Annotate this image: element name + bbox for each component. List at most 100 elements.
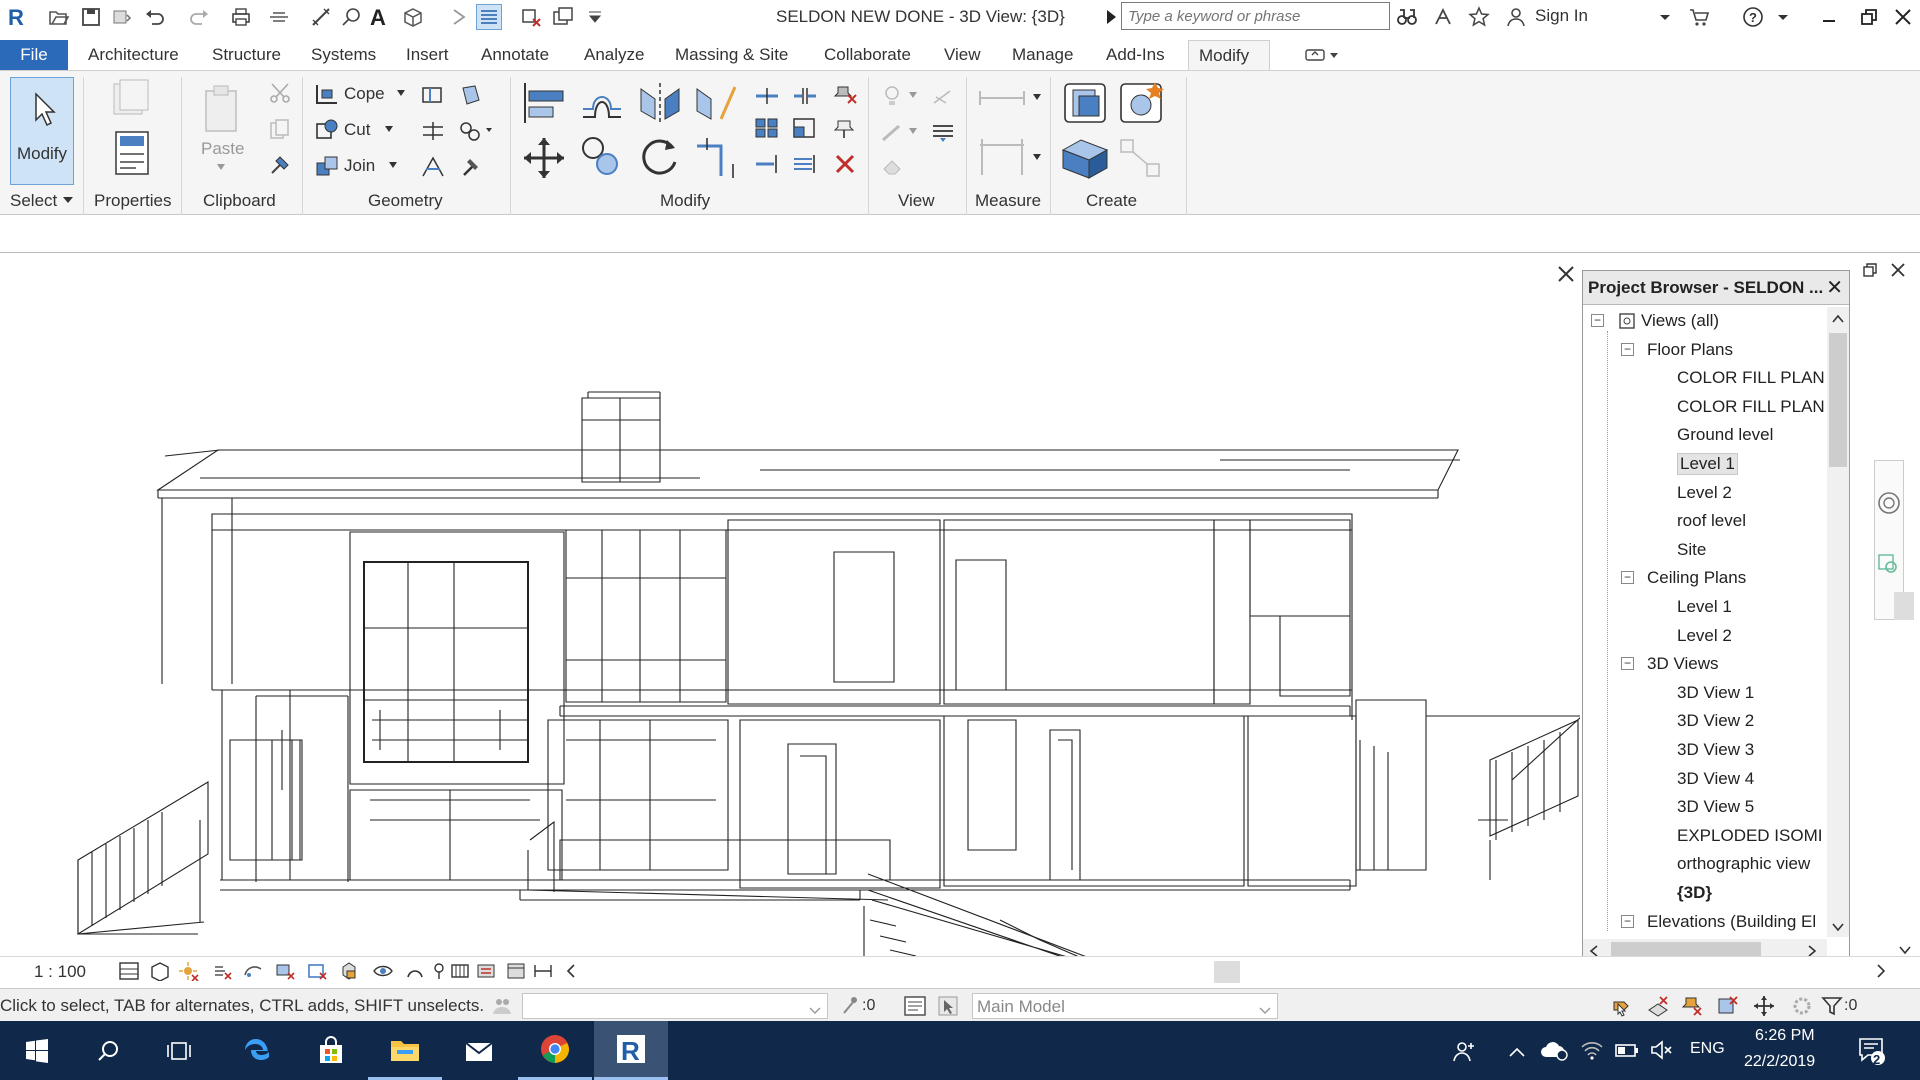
tree-leaf[interactable]: 3D View 4 [1677,765,1754,793]
background-processes-icon[interactable] [1790,994,1814,1023]
crop-view-icon[interactable] [274,961,296,986]
browser-close-x-icon[interactable] [1890,262,1906,283]
canvas-scroll-right-icon[interactable] [1876,963,1886,984]
properties-icon[interactable] [110,129,154,179]
tab-view[interactable]: View [934,40,991,70]
match-properties-icon[interactable] [266,151,294,179]
select-underlay-icon[interactable] [1646,994,1670,1023]
tree-leaf[interactable]: roof level [1677,507,1746,535]
favorites-star-icon[interactable] [1466,4,1492,30]
unpin-icon[interactable] [830,81,860,107]
select-panel-label[interactable]: Select [10,191,57,211]
close-hidden-windows-icon[interactable] [518,4,544,30]
viewbar-scroll-left-icon[interactable] [566,963,576,984]
tree-node[interactable]: − Elevations (Building El [1621,908,1816,936]
scale-icon[interactable] [790,115,820,141]
hide-dropdown-icon[interactable] [908,91,918,99]
tree-leaf[interactable]: orthographic view [1677,850,1810,878]
cope-dropdown-icon[interactable] [396,89,406,97]
tree-leaf[interactable]: COLOR FILL PLAN [1677,393,1825,421]
rotate-icon[interactable] [636,133,684,181]
hide-in-view-icon[interactable] [878,83,908,109]
steering-wheel-icon[interactable] [1877,491,1901,520]
tree-collapse-toggle[interactable]: − [1621,914,1634,928]
scroll-down-icon[interactable] [1831,919,1845,937]
measure-icon[interactable] [266,4,292,30]
file-explorer-icon[interactable] [368,1021,442,1080]
filter-lines-icon[interactable] [928,119,958,145]
worksharing-display-icon[interactable] [476,961,498,986]
design-option-dropdown-icon[interactable] [1259,1002,1271,1020]
split-icon[interactable] [418,153,448,181]
demolish-icon[interactable] [456,117,496,145]
unlocked-3d-view-icon[interactable] [338,961,360,986]
filter-icon[interactable] [1820,994,1844,1023]
cut-label[interactable]: Cut [344,120,370,140]
ribbon-minimize-icon[interactable] [1302,44,1342,66]
select-pinned-icon[interactable] [1680,994,1704,1023]
mirror-pick-axis-icon[interactable] [636,79,684,127]
onedrive-icon[interactable] [1540,1039,1568,1066]
help-icon[interactable]: ? [1740,4,1766,30]
active-workset-select[interactable] [522,993,828,1019]
worksets-icon[interactable] [490,994,514,1023]
drag-elements-icon[interactable] [1752,994,1776,1023]
redo-icon[interactable] [186,4,212,30]
tree-leaf[interactable]: Level 2 [1677,479,1732,507]
linework-icon[interactable] [878,119,908,145]
temporary-view-properties-icon[interactable] [506,961,528,986]
tree-collapse-toggle[interactable]: − [1591,314,1604,327]
design-option-select[interactable]: Main Model [972,993,1278,1019]
linework-dropdown-icon[interactable] [908,127,918,135]
override-graphics-icon[interactable] [928,83,958,109]
hammer-icon[interactable] [456,153,486,181]
close-icon[interactable] [1890,4,1916,30]
align-icon[interactable] [520,79,568,127]
tab-massing-site[interactable]: Massing & Site [665,40,798,70]
mirror-draw-axis-icon[interactable] [692,79,740,127]
restore-browser-icon[interactable] [1862,262,1878,283]
modify-button[interactable]: Modify [10,77,74,185]
view-close-icon[interactable] [1556,264,1576,289]
render-icon[interactable] [242,961,264,986]
tree-node[interactable]: − Views (all) [1591,307,1719,335]
sign-in-dropdown-icon[interactable] [1652,4,1678,30]
copy-icon[interactable] [266,115,294,143]
cope-label[interactable]: Cope [344,84,385,104]
dimension-icon[interactable] [308,4,334,30]
design-options-icon[interactable] [902,994,928,1023]
delete-icon[interactable] [830,151,860,177]
section-icon[interactable] [446,4,472,30]
tree-leaf[interactable]: 3D View 2 [1677,707,1754,735]
print-icon[interactable] [228,4,254,30]
workset-dropdown-icon[interactable] [809,1002,821,1020]
tree-collapse-toggle[interactable]: − [1621,571,1634,585]
thin-lines-icon[interactable] [476,4,502,30]
volume-muted-icon[interactable] [1650,1039,1674,1066]
cart-icon[interactable] [1686,4,1712,30]
split-gap-icon[interactable] [790,83,820,109]
join-dropdown-icon[interactable] [388,161,398,169]
switch-windows-icon[interactable] [550,4,576,30]
aligned-dimension-icon[interactable] [974,135,1030,179]
tree-leaf[interactable]: 3D View 3 [1677,736,1754,764]
minimize-icon[interactable] [1816,4,1842,30]
tree-leaf[interactable]: Level 1 [1677,450,1738,478]
tree-leaf[interactable]: 3D View 1 [1677,679,1754,707]
input-language[interactable]: ENG [1690,1040,1725,1058]
canvas-hscroll-thumb[interactable] [1214,961,1240,983]
sync-icon[interactable] [108,4,134,30]
tree-leaf[interactable]: Site [1677,536,1706,564]
view-eraser-icon[interactable] [878,153,908,179]
split-element-icon[interactable] [752,83,782,109]
chrome-icon[interactable] [518,1021,592,1080]
tab-analyze[interactable]: Analyze [574,40,654,70]
people-icon[interactable] [1452,1039,1478,1068]
search-taskbar-icon[interactable] [72,1021,146,1080]
help-dropdown-icon[interactable] [1770,4,1796,30]
paste-label[interactable]: Paste [201,139,244,159]
store-icon[interactable] [294,1021,368,1080]
edge-icon[interactable] [220,1021,294,1080]
zoom-region-icon[interactable] [1877,553,1901,582]
tab-structure[interactable]: Structure [202,40,291,70]
